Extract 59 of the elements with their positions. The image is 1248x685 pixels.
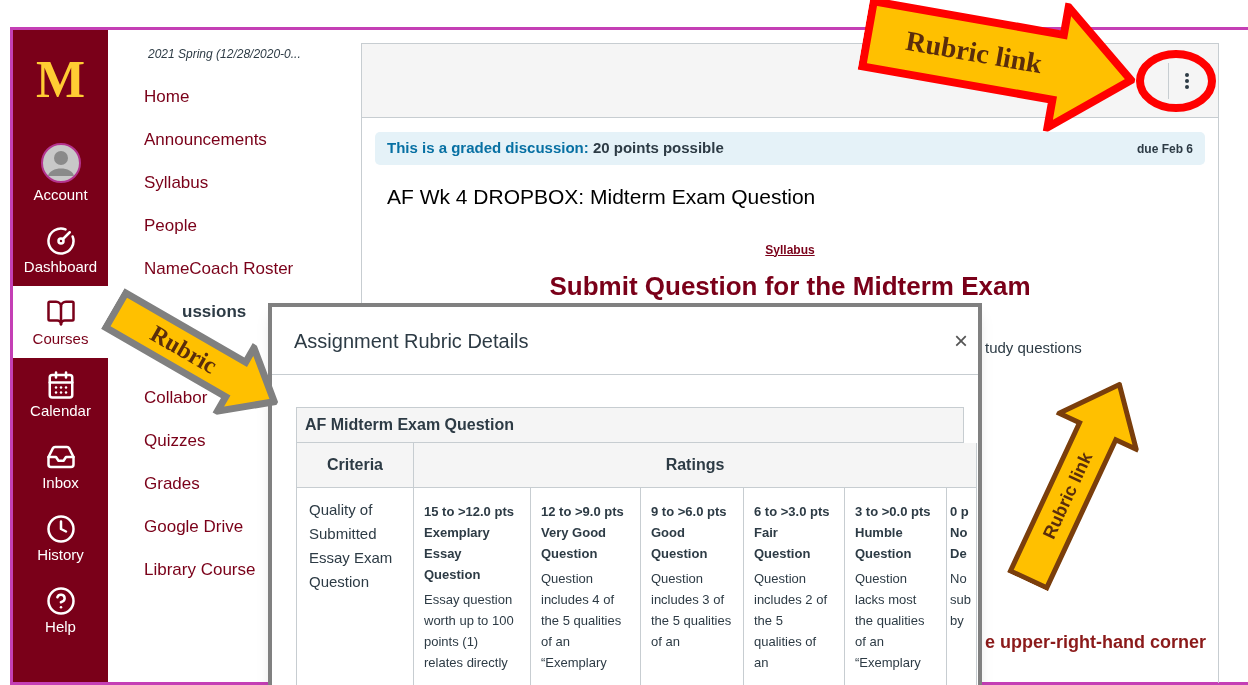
annotation-label: Rubric link (903, 26, 1045, 79)
course-nav-link[interactable]: NameCoach Roster (144, 255, 294, 282)
rating-title: Very Good Question (541, 524, 608, 563)
book-icon (45, 298, 76, 328)
paragraph-text: tudy questions (985, 338, 1082, 358)
global-nav-item[interactable]: Inbox (13, 430, 108, 502)
clock-icon (45, 514, 76, 544)
page-heading: Submit Question for the Midterm Exam (548, 269, 1032, 303)
criterion-cell: Quality of Submitted Essay Exam Question (296, 488, 414, 685)
rating-title: Good Question (651, 524, 709, 563)
rubric-title: AF Midterm Exam Question (296, 407, 964, 443)
help-icon (45, 586, 76, 616)
rating-description: Essay question worth up to 100 points (1) relates directly (424, 591, 515, 672)
course-nav-link[interactable]: Syllabus (144, 169, 209, 196)
rating-description: Question includes 2 of the 5 qualities of an (754, 570, 828, 672)
logo: M (35, 54, 86, 106)
global-nav-item[interactable]: Courses (13, 286, 108, 358)
course-nav-link[interactable]: Grades (144, 470, 200, 497)
rating-points: 15 to >12.0 pts (424, 503, 515, 521)
paragraph-text: e upper-right-hand corner (985, 631, 1206, 654)
rating-description: No sub by (950, 570, 972, 630)
global-nav-item[interactable]: Account (13, 130, 108, 214)
rating-title: No De (950, 524, 969, 563)
course-nav-link[interactable]: Library Course (144, 556, 256, 583)
rating-points: 12 to >9.0 pts (541, 503, 625, 521)
term-label: 2021 Spring (12/28/2020-0... (147, 46, 302, 63)
global-nav-item[interactable]: Calendar (13, 358, 108, 430)
column-header: Ratings (414, 443, 977, 488)
global-nav-item[interactable]: History (13, 502, 108, 574)
avatar-icon (39, 142, 82, 184)
kebab-icon (1184, 72, 1189, 89)
course-nav-link[interactable]: Home (144, 83, 190, 110)
course-nav-link[interactable]: Quizzes (144, 427, 206, 454)
global-nav-item[interactable]: Help (13, 574, 108, 646)
discussion-title: AF Wk 4 DROPBOX: Midterm Exam Question (387, 184, 817, 210)
course-nav-link[interactable]: Collabor (144, 384, 208, 411)
course-nav-link[interactable]: Google Drive (144, 513, 244, 540)
close-button[interactable]: × (950, 328, 972, 353)
rating-description: Question lacks most the qualities of an “Exemplary (855, 570, 926, 672)
rating-title: Fair Question (754, 524, 812, 563)
rating-title: Humble Question (855, 524, 913, 563)
course-nav-link[interactable]: Announcements (144, 126, 267, 153)
course-nav-link[interactable]: People (144, 212, 197, 239)
dialog-title: Assignment Rubric Details (294, 328, 529, 354)
rating-points: 3 to >0.0 pts (855, 503, 932, 521)
column-header: Criteria (296, 443, 414, 488)
due-date: due Feb 6 (1137, 140, 1193, 158)
rating-points: 6 to >3.0 pts (754, 503, 831, 521)
global-nav-item[interactable]: Dashboard (13, 214, 108, 286)
rating-description: Question includes 3 of the 5 qualities of an (651, 570, 733, 651)
calendar-icon (45, 370, 76, 400)
rating-points: 0 p (950, 503, 970, 521)
syllabus-link[interactable]: Syllabus (765, 240, 815, 259)
gauge-icon (45, 226, 76, 256)
rating-points: 9 to >6.0 pts (651, 503, 728, 521)
course-nav-link[interactable]: ussions (182, 298, 247, 325)
banner-text: This is a graded discussion: 20 points possible (387, 138, 724, 159)
rating-description: Question includes 4 of the 5 qualities of an “Exemplary (541, 570, 623, 672)
rating-title: Exemplary Essay Question (424, 524, 491, 584)
